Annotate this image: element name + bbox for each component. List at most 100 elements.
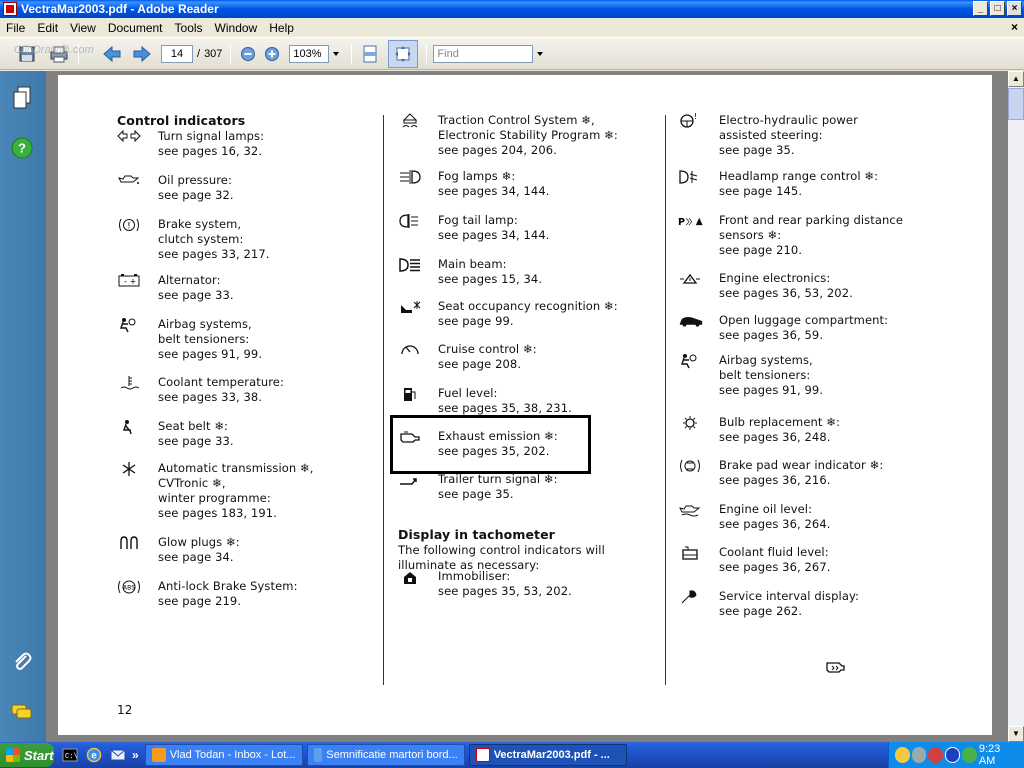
- parking-distance-icon: P: [678, 213, 704, 231]
- menu-tools[interactable]: Tools: [169, 21, 209, 35]
- close-button[interactable]: ×: [1007, 1, 1022, 16]
- task-button-inbox[interactable]: Vlad Todan - Inbox - Lot...: [144, 744, 303, 766]
- menu-window[interactable]: Window: [209, 21, 264, 35]
- seat-occupancy-icon: [398, 299, 424, 317]
- menu-view[interactable]: View: [64, 21, 102, 35]
- indicator-text-line: Front and rear parking distance: [719, 213, 904, 227]
- tray-icon[interactable]: [911, 747, 927, 763]
- zoom-out-icon[interactable]: [237, 42, 259, 66]
- command-prompt-icon[interactable]: C:\: [60, 745, 80, 765]
- indicator-text-line: see page 99.: [438, 314, 514, 328]
- menu-help[interactable]: Help: [263, 21, 300, 35]
- page-number: 12: [117, 703, 133, 717]
- indicator-text-line: Airbag systems,: [158, 317, 252, 331]
- indicator-text-line: Engine oil level:: [719, 502, 813, 516]
- indicator-text-line: see page 219.: [158, 594, 242, 608]
- scroll-down-button[interactable]: ▼: [1008, 726, 1024, 742]
- headlamp-range-icon: [678, 169, 704, 187]
- document-area[interactable]: Control indicators Turn signal lamps: see…: [46, 71, 1008, 742]
- indicator-text-line: see page 262.: [719, 604, 803, 618]
- indicator-text-line: Coolant fluid level:: [719, 545, 829, 559]
- indicator-text-line: Glow plugs ❄:: [158, 535, 240, 549]
- tray-icon[interactable]: [928, 747, 944, 763]
- turn-signal-icon: [117, 129, 143, 147]
- indicator-text-line: CVTronic ❄,: [158, 476, 226, 490]
- indicator-text-line: winter programme:: [158, 491, 271, 505]
- task-label: Vlad Todan - Inbox - Lot...: [169, 749, 296, 761]
- zoom-dropdown-icon[interactable]: [333, 51, 340, 56]
- indicator-text-line: sensors ❄:: [719, 228, 782, 242]
- svg-text:ABS: ABS: [123, 585, 135, 592]
- watermark: ClipDraw@.com: [14, 44, 94, 56]
- indicator-text-line: see page 35.: [438, 487, 514, 501]
- column-divider: [665, 115, 666, 685]
- page-total: 307: [204, 47, 223, 60]
- windows-flag-icon: [6, 748, 20, 762]
- indicator-text-line: Fog lamps ❄:: [438, 169, 516, 183]
- zoom-in-icon[interactable]: [261, 42, 283, 66]
- indicator-text-line: see pages 183, 191.: [158, 506, 277, 520]
- menu-document[interactable]: Document: [102, 21, 169, 35]
- browser-icon: [313, 748, 323, 762]
- find-input[interactable]: Find: [433, 44, 534, 63]
- indicator-text-line: Bulb replacement ❄:: [719, 415, 840, 429]
- previous-page-icon[interactable]: [99, 42, 125, 66]
- close-document-button[interactable]: ×: [1011, 20, 1018, 34]
- title-bar: VectraMar2003.pdf - Adobe Reader _ □ ×: [0, 0, 1024, 18]
- tray-icon[interactable]: [945, 747, 961, 763]
- scroll-up-button[interactable]: ▲: [1008, 71, 1024, 87]
- quick-launch-overflow[interactable]: »: [132, 748, 139, 762]
- indicator-text-line: see pages 36, 216.: [719, 473, 831, 487]
- indicator-text-line: see pages 91, 99.: [719, 383, 824, 397]
- cruise-control-icon: [398, 342, 424, 360]
- page-number-input[interactable]: 14: [161, 44, 193, 63]
- minimize-button[interactable]: _: [973, 1, 988, 16]
- window-title: VectraMar2003.pdf - Adobe Reader: [21, 2, 219, 16]
- indicator-text-line: Fog tail lamp:: [438, 213, 518, 227]
- outlook-express-icon[interactable]: [108, 745, 128, 765]
- start-button[interactable]: Start: [0, 743, 54, 767]
- indicator-text-line: Immobiliser:: [438, 569, 511, 583]
- comments-icon[interactable]: [9, 699, 35, 725]
- fit-width-icon[interactable]: [358, 42, 382, 66]
- svg-text:C:\: C:\: [65, 753, 78, 761]
- svg-text:P: P: [678, 217, 685, 228]
- task-label: Semnificatie martori bord...: [326, 749, 458, 761]
- tray-icon[interactable]: [895, 747, 910, 763]
- clock: 9:23 AM: [978, 743, 1001, 767]
- scroll-thumb[interactable]: [1008, 88, 1024, 120]
- indicator-text-line: Airbag systems,: [719, 353, 813, 367]
- indicator-text-line: Electro-hydraulic power: [719, 113, 858, 127]
- help-icon[interactable]: ?: [9, 135, 35, 161]
- indicator-text-line: Brake pad wear indicator ❄:: [719, 458, 884, 472]
- indicator-text-line: see page 33.: [158, 434, 234, 448]
- taskbar: Start C:\ e » Vlad Todan - Inbox - Lot..…: [0, 742, 1024, 768]
- next-page-icon[interactable]: [129, 42, 155, 66]
- find-dropdown-icon[interactable]: [537, 51, 544, 56]
- vertical-scrollbar[interactable]: ▲ ▼: [1008, 71, 1024, 742]
- indicator-text-line: Electronic Stability Program ❄:: [438, 128, 618, 142]
- indicator-text-line: Cruise control ❄:: [438, 342, 537, 356]
- fit-page-icon[interactable]: [388, 39, 419, 68]
- attachments-icon[interactable]: [9, 649, 35, 675]
- navigation-pane: ?: [0, 71, 46, 742]
- task-button-vectra-pdf[interactable]: VectraMar2003.pdf - ...: [468, 744, 627, 766]
- network-icon[interactable]: [962, 747, 977, 763]
- glow-plugs-icon: [117, 535, 143, 553]
- menu-edit[interactable]: Edit: [31, 21, 64, 35]
- internet-explorer-icon[interactable]: e: [84, 745, 104, 765]
- indicator-text-line: see pages 35, 38, 231.: [438, 401, 572, 415]
- engine-symbol-icon: [824, 659, 846, 679]
- oil-pressure-icon: [117, 173, 143, 191]
- service-interval-icon: [678, 589, 704, 607]
- maximize-button[interactable]: □: [990, 1, 1005, 16]
- indicator-text-line: see pages 36, 248.: [719, 430, 831, 444]
- coolant-temperature-icon: [117, 375, 143, 393]
- zoom-level-input[interactable]: 103%: [289, 44, 330, 63]
- menu-file[interactable]: File: [0, 21, 31, 35]
- indicator-text-line: see pages 36, 59.: [719, 328, 824, 342]
- indicator-text-line: Brake system,: [158, 217, 242, 231]
- pages-panel-icon[interactable]: [9, 85, 35, 111]
- fuel-level-icon: [398, 386, 424, 404]
- task-button-semnificatie[interactable]: Semnificatie martori bord...: [306, 744, 465, 766]
